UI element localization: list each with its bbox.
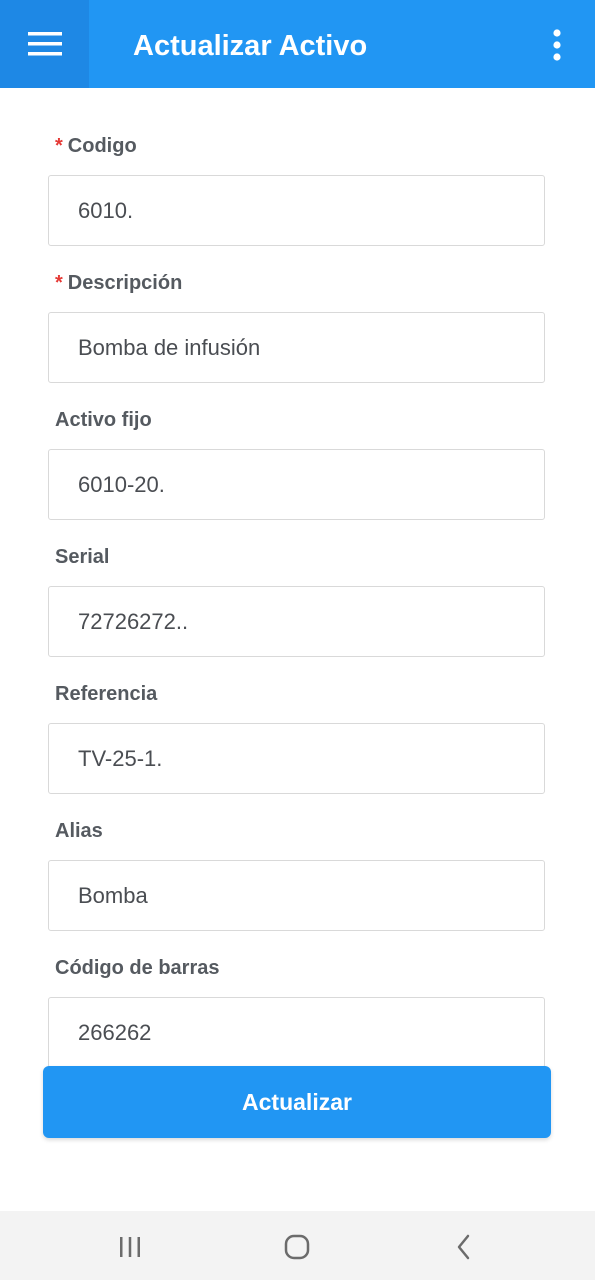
serial-input[interactable]	[48, 586, 545, 657]
hamburger-menu-icon	[27, 32, 62, 56]
descripcion-input[interactable]	[48, 312, 545, 383]
page-title: Actualizar Activo	[133, 30, 368, 62]
system-nav-bar	[0, 1211, 595, 1280]
required-marker: *	[55, 135, 63, 157]
field-label: Serial	[55, 546, 110, 568]
field-label: Activo fijo	[55, 409, 152, 431]
recents-button[interactable]	[110, 1227, 150, 1267]
back-chevron-icon	[457, 1234, 470, 1260]
field-label: * Descripción	[55, 272, 183, 294]
app-bar: Actualizar Activo	[0, 0, 595, 88]
required-marker: *	[55, 272, 63, 294]
field-label: * Codigo	[55, 135, 137, 157]
activo-fijo-input[interactable]	[48, 449, 545, 520]
home-button[interactable]	[277, 1227, 317, 1267]
menu-button[interactable]	[0, 0, 89, 88]
recent-apps-icon	[120, 1237, 140, 1257]
codigo-barras-input[interactable]	[48, 997, 545, 1068]
alias-input[interactable]	[48, 860, 545, 931]
update-button[interactable]: Actualizar	[43, 1066, 551, 1138]
home-icon	[284, 1234, 310, 1260]
referencia-input[interactable]	[48, 723, 545, 794]
codigo-input[interactable]	[48, 175, 545, 246]
more-vertical-icon	[553, 29, 561, 61]
field-label: Código de barras	[55, 957, 220, 979]
field-label: Alias	[55, 820, 103, 842]
field-label: Referencia	[55, 683, 158, 705]
back-button[interactable]	[444, 1227, 484, 1267]
more-options-button[interactable]	[545, 28, 569, 62]
